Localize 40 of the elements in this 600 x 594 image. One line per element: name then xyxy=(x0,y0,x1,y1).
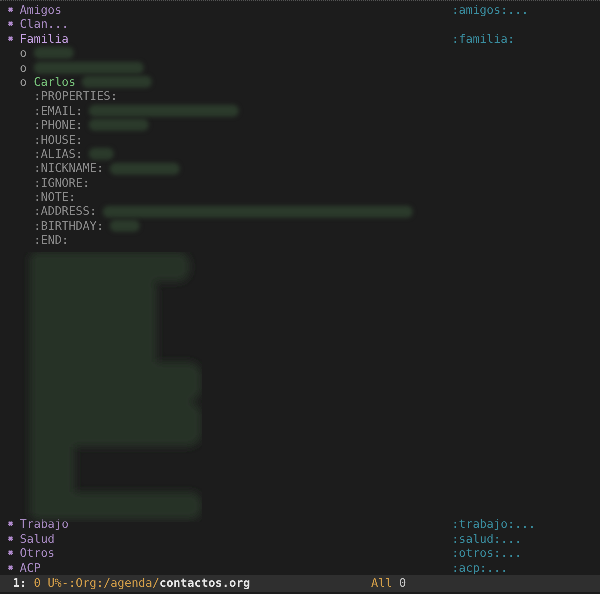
bullet-icon: ◉ xyxy=(8,3,20,18)
column-number: 0 xyxy=(399,576,406,591)
window-number: 1: xyxy=(13,576,27,591)
property-key: :HOUSE: xyxy=(34,132,83,147)
property-key: :ADDRESS: xyxy=(34,204,97,219)
bullet-icon: ◉ xyxy=(8,546,20,561)
heading-title[interactable]: Trabajo xyxy=(20,517,69,532)
heading-title[interactable]: ACP xyxy=(20,560,41,576)
property-key: :END: xyxy=(34,233,69,248)
bullet-icon: ◉ xyxy=(8,532,20,546)
buffer-position: All xyxy=(371,576,392,591)
item-bullet: o xyxy=(20,46,28,61)
bullet-icon: ◉ xyxy=(8,560,20,576)
property-key: :PROPERTIES: xyxy=(34,89,118,104)
buffer-state: 0 U%-:Org:/agenda/ xyxy=(34,576,160,591)
heading-tags: :acp:... xyxy=(452,560,600,576)
property-key: :PHONE: xyxy=(34,118,83,133)
property-key: :IGNORE: xyxy=(34,176,90,190)
item-bullet: o xyxy=(20,74,28,90)
item-name[interactable]: Carlos xyxy=(34,74,76,90)
property-key: :NOTE: xyxy=(34,190,76,204)
heading-tags: :otros:... xyxy=(452,546,600,561)
property-key: :BIRTHDAY: xyxy=(34,218,104,234)
heading-title[interactable]: Otros xyxy=(20,546,55,561)
property-key: :ALIAS: xyxy=(34,146,83,162)
bullet-icon: ◉ xyxy=(8,17,20,32)
file-name: contactos.org xyxy=(160,576,250,591)
item-bullet: o xyxy=(20,60,28,75)
property-key: :EMAIL: xyxy=(34,104,83,118)
heading-title[interactable]: Salud xyxy=(20,532,55,546)
heading-title[interactable]: Clan... xyxy=(20,17,69,32)
property-key: :NICKNAME: xyxy=(34,161,104,176)
heading-tags: :salud:... xyxy=(452,532,600,546)
heading-title[interactable]: Amigos xyxy=(20,3,62,18)
heading-tags: :amigos:... xyxy=(452,3,600,18)
heading-tags: :trabajo:... xyxy=(452,517,600,532)
bullet-icon: ◉ xyxy=(8,32,20,46)
heading-title[interactable]: Familia xyxy=(20,32,69,46)
bullet-icon: ◉ xyxy=(8,517,20,532)
heading-tags: :familia: xyxy=(452,32,600,46)
